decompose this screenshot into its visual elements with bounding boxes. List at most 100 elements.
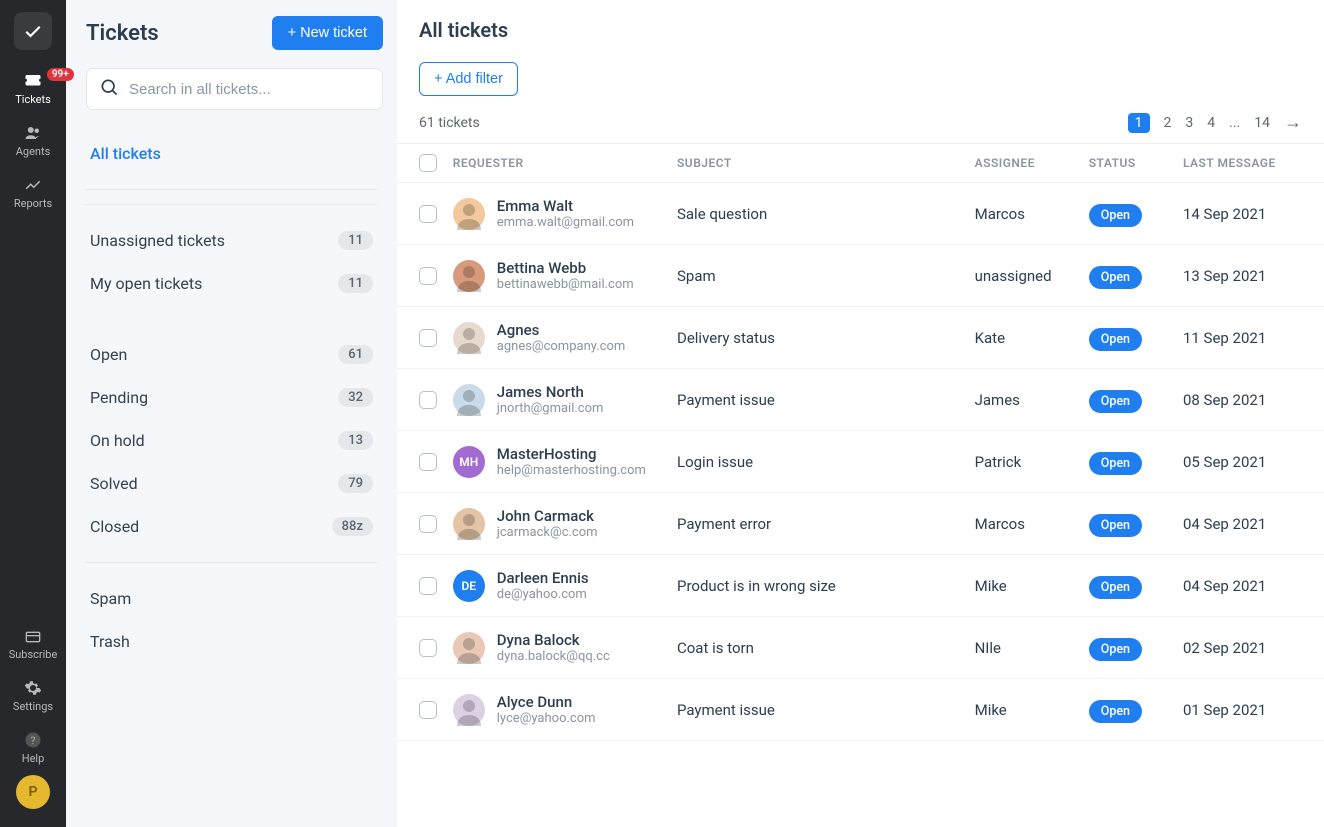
table-row[interactable]: DEDarleen Ennisde@yahoo.comProduct is in… (397, 555, 1324, 617)
nav-item-reports[interactable]: Reports (14, 168, 52, 220)
sidebar-item-count: 79 (338, 474, 373, 493)
col-assignee: ASSIGNEE (975, 156, 1089, 170)
nav-item-help[interactable]: ?Help (9, 723, 58, 775)
col-last-message: LAST MESSAGE (1183, 156, 1302, 170)
ticket-date: 13 Sep 2021 (1183, 267, 1302, 285)
ticket-subject: Sale question (677, 205, 975, 223)
status-badge: Open (1089, 700, 1142, 723)
sidebar-item-on-hold[interactable]: On hold 13 (86, 419, 377, 462)
sidebar-item-label: Spam (90, 589, 131, 608)
nav-item-label: Tickets (14, 93, 52, 106)
requester-email: emma.walt@gmail.com (497, 215, 634, 230)
sidebar-item-label: Open (90, 345, 127, 364)
requester-name: James North (497, 383, 604, 401)
sidebar-item-trash[interactable]: Trash (86, 620, 377, 663)
sidebar-item-count: 13 (338, 431, 373, 450)
sidebar-item-solved[interactable]: Solved 79 (86, 462, 377, 505)
ticket-subject: Payment issue (677, 391, 975, 409)
ticket-subject: Payment error (677, 515, 975, 533)
nav-badge: 99+ (47, 68, 74, 81)
ticket-subject: Spam (677, 267, 975, 285)
page-link[interactable]: 4 (1207, 115, 1215, 131)
requester-avatar (453, 694, 485, 726)
nav-item-tickets[interactable]: Tickets99+ (14, 64, 52, 116)
requester-name: Alyce Dunn (497, 693, 596, 711)
table-row[interactable]: Bettina Webbbettinawebb@mail.comSpamunas… (397, 245, 1324, 307)
sidebar-item-closed[interactable]: Closed88z (86, 505, 377, 548)
sidebar-item-label: Closed (90, 517, 139, 536)
nav-rail: Tickets99+AgentsReports Subscribe Setting… (0, 0, 66, 827)
ticket-subject: Login issue (677, 453, 975, 471)
sidebar-item-open[interactable]: Open61 (86, 333, 377, 376)
row-checkbox[interactable] (419, 329, 437, 347)
requester-avatar (453, 632, 485, 664)
table-header: REQUESTER SUBJECT ASSIGNEE STATUS LAST M… (397, 143, 1324, 183)
requester-email: bettinawebb@mail.com (497, 277, 634, 292)
row-checkbox[interactable] (419, 453, 437, 471)
table-row[interactable]: Alyce Dunnlyce@yahoo.comPayment issueMik… (397, 679, 1324, 741)
sidebar-item-pending[interactable]: Pending32 (86, 376, 377, 419)
row-checkbox[interactable] (419, 205, 437, 223)
status-badge: Open (1089, 266, 1142, 289)
sidebar-item-label: Trash (90, 632, 130, 651)
page-current[interactable]: 1 (1128, 113, 1150, 133)
search-input[interactable] (129, 81, 370, 98)
row-checkbox[interactable] (419, 391, 437, 409)
search-icon (99, 77, 119, 101)
ticket-date: 11 Sep 2021 (1183, 329, 1302, 347)
select-all-checkbox[interactable] (419, 154, 437, 172)
sidebar-item-my-open-tickets[interactable]: My open tickets11 (86, 262, 377, 305)
sidebar-item-count: 32 (338, 388, 373, 407)
nav-item-label: Settings (9, 700, 58, 713)
sidebar-item-label: On hold (90, 431, 145, 450)
help-icon: ? (9, 731, 58, 749)
row-checkbox[interactable] (419, 639, 437, 657)
requester-avatar: MH (453, 446, 485, 478)
status-badge: Open (1089, 452, 1142, 475)
sidebar-item-spam[interactable]: Spam (86, 577, 377, 620)
nav-item-subscribe[interactable]: Subscribe (9, 621, 58, 671)
ticket-date: 01 Sep 2021 (1183, 701, 1302, 719)
table-row[interactable]: Dyna Balockdyna.balock@qq.ccCoat is torn… (397, 617, 1324, 679)
requester-name: Dyna Balock (497, 631, 610, 649)
ticket-assignee: James (975, 391, 1089, 409)
sidebar-item-unassigned-tickets[interactable]: Unassigned tickets11 (86, 219, 377, 262)
requester-avatar (453, 260, 485, 292)
ticket-date: 04 Sep 2021 (1183, 515, 1302, 533)
row-checkbox[interactable] (419, 267, 437, 285)
current-user-avatar[interactable]: P (16, 775, 50, 809)
col-requester: REQUESTER (453, 156, 677, 170)
next-page-icon[interactable]: → (1284, 112, 1302, 133)
page-link[interactable]: 2 (1164, 115, 1172, 131)
row-checkbox[interactable] (419, 577, 437, 595)
sidebar-title: Tickets (86, 21, 159, 46)
sidebar: Tickets + New ticket All tickets Unassign… (66, 0, 397, 827)
page-link[interactable]: 3 (1185, 115, 1193, 131)
requester-email: lyce@yahoo.com (497, 711, 596, 726)
add-filter-button[interactable]: + Add filter (419, 62, 518, 96)
sidebar-item-label: Solved (90, 474, 138, 493)
page-last[interactable]: 14 (1254, 115, 1270, 131)
nav-item-settings[interactable]: Settings (9, 671, 58, 723)
requester-name: Agnes (497, 321, 626, 339)
chart-icon (14, 176, 52, 194)
requester-name: Bettina Webb (497, 259, 634, 277)
ticket-subject: Delivery status (677, 329, 975, 347)
table-row[interactable]: James Northjnorth@gmail.com Payment issue… (397, 369, 1324, 431)
ticket-subject: Payment issue (677, 701, 975, 719)
table-row[interactable]: John Carmackjcarmack@c.comPayment errorM… (397, 493, 1324, 555)
sidebar-item-label: All tickets (90, 144, 161, 163)
nav-item-agents[interactable]: Agents (14, 116, 52, 168)
search-box[interactable] (86, 68, 383, 110)
sidebar-item-all-tickets[interactable]: All tickets (86, 132, 377, 175)
table-row[interactable]: MHMasterHostinghelp@masterhosting.comLog… (397, 431, 1324, 493)
table-row[interactable]: Agnesagnes@company.comDelivery statusKat… (397, 307, 1324, 369)
requester-email: jnorth@gmail.com (497, 401, 604, 416)
users-icon (14, 124, 52, 142)
gear-icon (9, 679, 58, 697)
row-checkbox[interactable] (419, 701, 437, 719)
row-checkbox[interactable] (419, 515, 437, 533)
new-ticket-button[interactable]: + New ticket (272, 16, 383, 50)
table-row[interactable]: Emma Waltemma.walt@gmail.comSale questio… (397, 183, 1324, 245)
col-subject: SUBJECT (677, 156, 975, 170)
